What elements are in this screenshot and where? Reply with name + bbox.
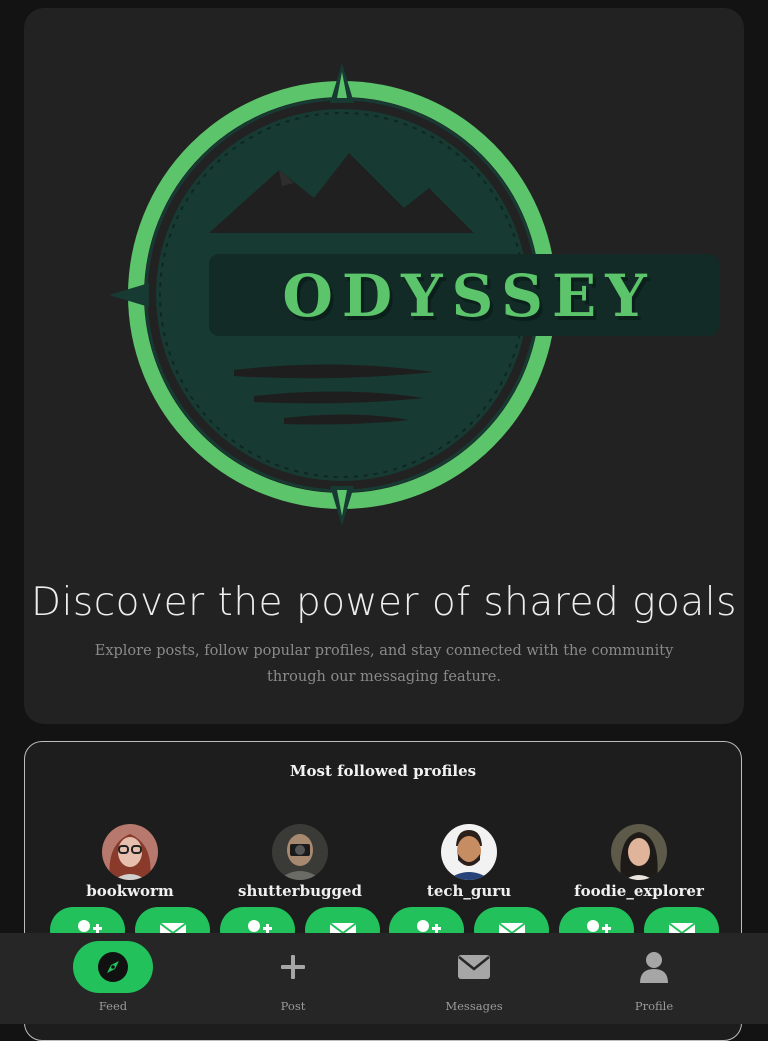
avatar[interactable] (102, 824, 158, 880)
nav-item-messages[interactable]: Messages (384, 933, 564, 1024)
user-icon (640, 952, 668, 983)
bottom-navigation: Feed Post Messages Profile (0, 933, 768, 1024)
username[interactable]: foodie_explorer (549, 882, 729, 900)
nav-label: Post (280, 999, 306, 1013)
nav-item-feed[interactable]: Feed (23, 933, 203, 1024)
compass-icon (98, 952, 128, 982)
hero-card: ODYSSEY Discover the power of shared goa… (24, 8, 744, 724)
nav-label: Messages (445, 999, 503, 1013)
username[interactable]: tech_guru (379, 882, 559, 900)
nav-item-profile[interactable]: Profile (564, 933, 744, 1024)
odyssey-logo: ODYSSEY (104, 58, 724, 538)
plus-icon (281, 955, 305, 979)
section-title: Most followed profiles (289, 762, 477, 780)
avatar[interactable] (272, 824, 328, 880)
hero-title: Discover the power of shared goals (31, 580, 737, 625)
username[interactable]: shutterbugged (210, 882, 390, 900)
nav-label: Feed (98, 999, 128, 1013)
avatar[interactable] (611, 824, 667, 880)
username[interactable]: bookworm (40, 882, 220, 900)
logo-wordmark: ODYSSEY (282, 262, 656, 330)
nav-label: Profile (634, 999, 674, 1013)
hero-subtitle: Explore posts, follow popular profiles, … (94, 643, 674, 685)
avatar[interactable] (441, 824, 497, 880)
envelope-icon (458, 955, 490, 979)
nav-item-post[interactable]: Post (203, 933, 383, 1024)
